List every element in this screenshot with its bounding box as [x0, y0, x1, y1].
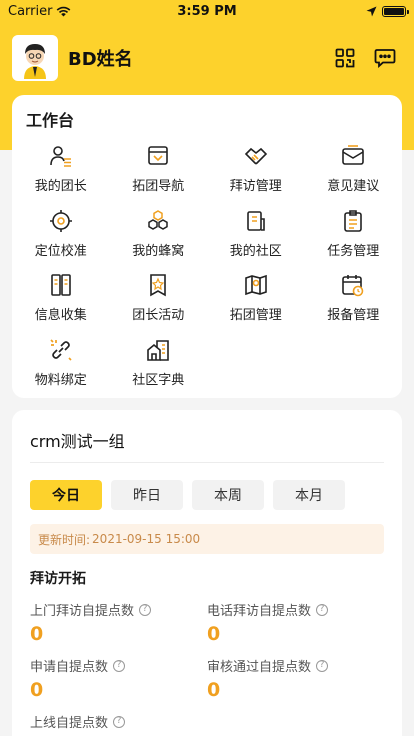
tab-yesterday[interactable]: 昨日 [111, 480, 183, 510]
update-time-bar: 更新时间: 2021-09-15 15:00 [30, 524, 384, 554]
metric-phone-visit: 电话拜访自提点数 ? 0 [207, 600, 377, 645]
menu-item-expansion-management[interactable]: 拓团管理 [207, 268, 305, 333]
avatar[interactable] [12, 35, 58, 81]
divider [30, 462, 384, 463]
user-name: BD姓名 [68, 49, 133, 70]
metric-approved: 审核通过自提点数 ? 0 [207, 656, 377, 701]
carrier-label: Carrier [8, 3, 53, 19]
menu-item-feedback[interactable]: 意见建议 [305, 139, 403, 204]
qr-code-icon[interactable] [334, 47, 356, 69]
metric-value: 0 [30, 679, 44, 701]
battery-icon [382, 5, 409, 17]
menu-item-leader-activity[interactable]: 团长活动 [110, 268, 208, 333]
help-icon[interactable]: ? [113, 715, 126, 728]
location-arrow-icon [366, 6, 377, 16]
task-icon [340, 208, 366, 234]
metric-label: 上线自提点数 [30, 716, 109, 731]
help-icon[interactable]: ? [316, 659, 329, 672]
help-icon[interactable]: ? [139, 603, 152, 616]
menu-item-label: 拓团管理 [229, 308, 282, 323]
menu-item-task-management[interactable]: 任务管理 [305, 204, 403, 269]
menu-item-label: 定位校准 [34, 243, 87, 259]
period-tabs: 今日 昨日 本周 本月 [30, 480, 345, 510]
menu-item-label: 我的团长 [34, 179, 87, 194]
metric-label-row: 申请自提点数 ? [30, 656, 200, 675]
menu-item-label: 报备管理 [327, 308, 380, 323]
team-name: crm测试一组 [30, 432, 125, 451]
stats-card: crm测试一组 今日 昨日 本周 本月 更新时间: 2021-09-15 15:… [12, 410, 402, 736]
avatar-illustration [14, 37, 56, 79]
menu-item-label: 社区字典 [132, 372, 185, 388]
user-header: BD姓名 [12, 34, 402, 82]
status-left: Carrier [8, 4, 71, 19]
menu-item-label: 意见建议 [327, 179, 380, 194]
feedback-icon [340, 143, 366, 169]
tab-today[interactable]: 今日 [30, 480, 102, 510]
header-actions [334, 47, 402, 69]
status-bar: Carrier 3:59 PM [0, 0, 414, 22]
link-icon [48, 337, 74, 363]
community-icon [243, 208, 269, 234]
metric-door-visit: 上门拜访自提点数 ? 0 [30, 600, 200, 645]
team-leader-icon [48, 143, 74, 169]
workbench-grid: 我的团长 拓团导航 拜访管理 意见建议 定位校准 我的蜂窝 我的社区 任务管理 … [12, 139, 402, 397]
menu-item-my-hive[interactable]: 我的蜂窝 [110, 204, 208, 269]
help-icon[interactable]: ? [113, 659, 126, 672]
metric-online: 上线自提点数 ? 0 [30, 712, 200, 736]
map-icon [243, 272, 269, 298]
activity-icon [145, 272, 171, 298]
building-icon [145, 337, 171, 363]
update-time-label: 更新时间: [38, 532, 91, 547]
menu-item-my-team-leader[interactable]: 我的团长 [12, 139, 110, 204]
battery-fill [384, 7, 404, 15]
menu-item-my-community[interactable]: 我的社区 [207, 204, 305, 269]
workbench-title: 工作台 [26, 111, 75, 130]
status-right [366, 5, 409, 17]
metric-label: 审核通过自提点数 [207, 660, 312, 675]
help-icon[interactable]: ? [316, 603, 329, 616]
metric-label-row: 上门拜访自提点数 ? [30, 600, 200, 619]
metric-value: 0 [207, 623, 221, 645]
tab-this-week[interactable]: 本周 [192, 480, 264, 510]
metric-label: 上门拜访自提点数 [30, 604, 135, 619]
menu-item-info-collection[interactable]: 信息收集 [12, 268, 110, 333]
menu-item-team-navigation[interactable]: 拓团导航 [110, 139, 208, 204]
menu-item-label: 拜访管理 [229, 179, 282, 194]
menu-item-label: 信息收集 [34, 308, 87, 323]
menu-item-label: 团长活动 [132, 308, 185, 323]
metric-value: 0 [207, 679, 221, 701]
menu-item-visit-management[interactable]: 拜访管理 [207, 139, 305, 204]
location-target-icon [48, 208, 74, 234]
metric-applied: 申请自提点数 ? 0 [30, 656, 200, 701]
calendar-icon [340, 272, 366, 298]
metric-label-row: 电话拜访自提点数 ? [207, 600, 377, 619]
menu-item-label: 拓团导航 [132, 179, 185, 194]
section-title: 拜访开拓 [30, 571, 86, 587]
menu-item-community-dictionary[interactable]: 社区字典 [110, 333, 208, 398]
hexagon-icon [145, 208, 171, 234]
menu-item-label: 我的社区 [229, 243, 282, 259]
metric-label-row: 上线自提点数 ? [30, 712, 200, 731]
navigation-icon [145, 143, 171, 169]
menu-item-label: 物料绑定 [34, 372, 87, 388]
metric-label: 电话拜访自提点数 [207, 604, 312, 619]
tab-this-month[interactable]: 本月 [273, 480, 345, 510]
menu-item-report-management[interactable]: 报备管理 [305, 268, 403, 333]
info-collect-icon [48, 272, 74, 298]
menu-item-label: 任务管理 [327, 243, 380, 259]
workbench-card: 工作台 我的团长 拓团导航 拜访管理 意见建议 定位校准 我的蜂窝 我的社区 任… [12, 95, 402, 398]
message-icon[interactable] [374, 47, 396, 69]
metric-value: 0 [30, 623, 44, 645]
menu-item-location-calibration[interactable]: 定位校准 [12, 204, 110, 269]
menu-item-label: 我的蜂窝 [132, 243, 185, 259]
metric-label-row: 审核通过自提点数 ? [207, 656, 377, 675]
wifi-icon [57, 6, 71, 16]
handshake-icon [243, 143, 269, 169]
update-time-value: 2021-09-15 15:00 [92, 532, 201, 546]
menu-item-material-binding[interactable]: 物料绑定 [12, 333, 110, 398]
metric-label: 申请自提点数 [30, 660, 109, 675]
